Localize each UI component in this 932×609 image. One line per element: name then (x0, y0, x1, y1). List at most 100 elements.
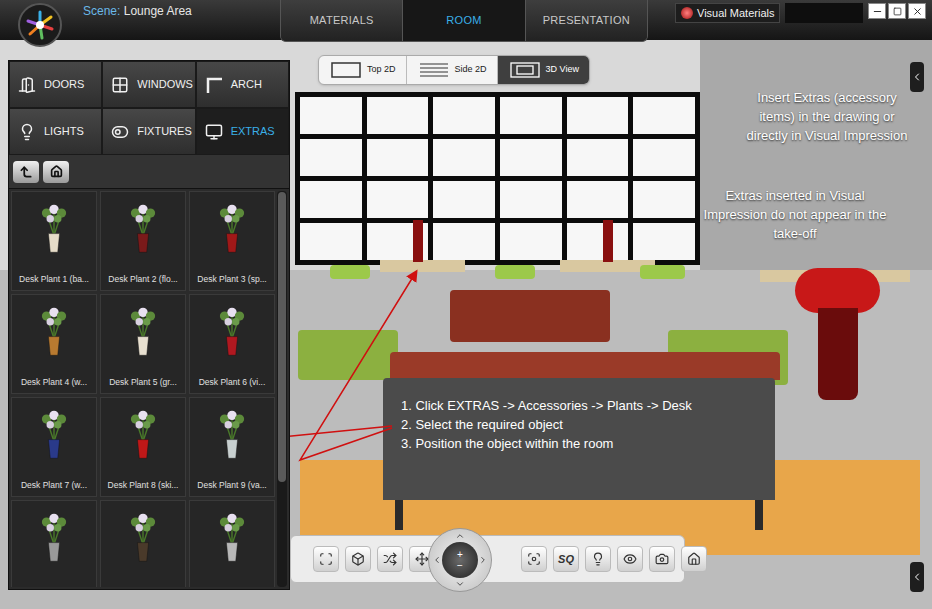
view-mode-icon (329, 61, 363, 79)
item-label: Desk Plant 1 (ba... (19, 274, 89, 284)
main-tab[interactable]: PRESENTATION (525, 0, 647, 41)
home-view-button[interactable] (681, 546, 707, 572)
zoom-out[interactable]: − (457, 560, 463, 571)
item-card[interactable]: Desk Plant 6 (vi... (189, 294, 275, 394)
window-pane (633, 97, 695, 134)
item-card[interactable] (11, 500, 97, 587)
light-button[interactable] (585, 546, 611, 572)
zoom-in[interactable]: + (457, 549, 463, 560)
main-tabs: MATERIALSROOMPRESENTATION (280, 0, 648, 42)
camera-icon (655, 552, 669, 566)
sq-button[interactable]: SQ (553, 546, 579, 572)
scrollbar[interactable] (277, 191, 287, 587)
app-window: Scene: Lounge AreaMATERIALSROOMPRESENTAT… (0, 0, 932, 609)
scene-flowers (795, 268, 880, 313)
swap-icon (383, 552, 397, 566)
focus-button[interactable] (521, 546, 547, 572)
scene-sofa-leg (395, 500, 403, 530)
plant-icon (204, 406, 260, 462)
item-card[interactable]: Desk Plant 9 (va... (189, 397, 275, 497)
category-tab[interactable]: WINDOWS (102, 61, 195, 108)
maximize-icon (893, 7, 902, 16)
window-actions: Visual Materials (675, 0, 926, 40)
view-mode-button[interactable]: 3D View (497, 56, 589, 84)
item-label: Desk Plant 4 (w... (21, 377, 87, 387)
focus-icon (527, 552, 541, 566)
category-tab[interactable]: ARCH (196, 61, 289, 108)
object-button[interactable] (345, 546, 371, 572)
zoom-knob[interactable]: +− (442, 542, 478, 578)
window-pane (300, 223, 362, 260)
home-button[interactable] (43, 161, 69, 183)
fit-icon (319, 552, 333, 566)
workspace: 1. Click EXTRAS -> Accessories -> Plants… (0, 40, 932, 609)
maximize-button[interactable] (888, 3, 906, 19)
window-pane (633, 181, 695, 218)
toolbar-right: SQ (521, 546, 707, 572)
item-label: Desk Plant 5 (gr... (109, 377, 177, 387)
bottom-toolbar: SQ +− (290, 535, 685, 583)
expand-icon (911, 71, 923, 83)
camera-button[interactable] (649, 546, 675, 572)
library-panel: DOORSWINDOWSARCHLIGHTSFIXTURESEXTRASDesk… (8, 60, 290, 590)
up-icon (19, 165, 33, 179)
item-label: Desk Plant 3 (sp... (197, 274, 266, 284)
pan-down-icon[interactable] (455, 579, 465, 589)
view-mode-button[interactable]: Top 2D (319, 56, 406, 84)
window-pane (367, 139, 429, 176)
pan-left-icon[interactable] (432, 555, 442, 565)
item-card[interactable]: Desk Plant 2 (flo... (100, 191, 186, 291)
view-mode-button[interactable]: Side 2D (406, 56, 497, 84)
item-card[interactable]: Desk Plant 7 (w... (11, 397, 97, 497)
swap-button[interactable] (377, 546, 403, 572)
item-label: Desk Plant 8 (ski... (108, 480, 179, 490)
pan-right-icon[interactable] (478, 555, 488, 565)
nav-wheel[interactable]: +− (428, 528, 492, 592)
plant-icon (115, 509, 171, 565)
window-pane (367, 97, 429, 134)
window-pane (500, 181, 562, 218)
scene-sofa: 1. Click EXTRAS -> Accessories -> Plants… (383, 378, 775, 500)
category-tab[interactable]: DOORS (9, 61, 102, 108)
plant-icon (204, 303, 260, 359)
main-tab[interactable]: MATERIALS (281, 0, 402, 41)
plant-icon (26, 406, 82, 462)
item-card[interactable] (189, 500, 275, 587)
plant-icon (204, 200, 260, 256)
plant-icon (204, 509, 260, 565)
visibility-button[interactable] (617, 546, 643, 572)
item-card[interactable] (100, 500, 186, 587)
window-controls (868, 3, 926, 19)
minimize-button[interactable] (868, 3, 886, 19)
arch-icon (205, 76, 223, 94)
category-tab[interactable]: LIGHTS (9, 108, 102, 155)
main-tab[interactable]: ROOM (402, 0, 524, 41)
close-icon (912, 6, 923, 17)
category-tab[interactable]: EXTRAS (196, 108, 289, 155)
visual-materials-icon (681, 7, 693, 19)
item-card[interactable]: Desk Plant 5 (gr... (100, 294, 186, 394)
scene-name: Lounge Area (124, 4, 192, 18)
item-card[interactable]: Desk Plant 4 (w... (11, 294, 97, 394)
item-card[interactable]: Desk Plant 3 (sp... (189, 191, 275, 291)
item-card[interactable]: Desk Plant 1 (ba... (11, 191, 97, 291)
blank-field (785, 3, 863, 23)
right-panel-toggle[interactable] (910, 62, 924, 92)
close-button[interactable] (908, 3, 926, 19)
window-pane (300, 181, 362, 218)
up-button[interactable] (13, 161, 39, 183)
category-tab[interactable]: FIXTURES (102, 108, 195, 155)
app-logo[interactable] (18, 3, 62, 47)
logo-icon (24, 9, 56, 41)
fit-button[interactable] (313, 546, 339, 572)
door-icon (18, 76, 36, 94)
pan-up-icon[interactable] (455, 531, 465, 541)
window-pane (567, 223, 629, 260)
visual-materials-button[interactable]: Visual Materials (675, 3, 780, 23)
home-icon (50, 165, 63, 178)
item-card[interactable]: Desk Plant 8 (ski... (100, 397, 186, 497)
window-pane (300, 97, 362, 134)
scrollbar-thumb[interactable] (278, 192, 286, 482)
window-pane (367, 181, 429, 218)
bottom-panel-toggle[interactable] (910, 562, 924, 592)
